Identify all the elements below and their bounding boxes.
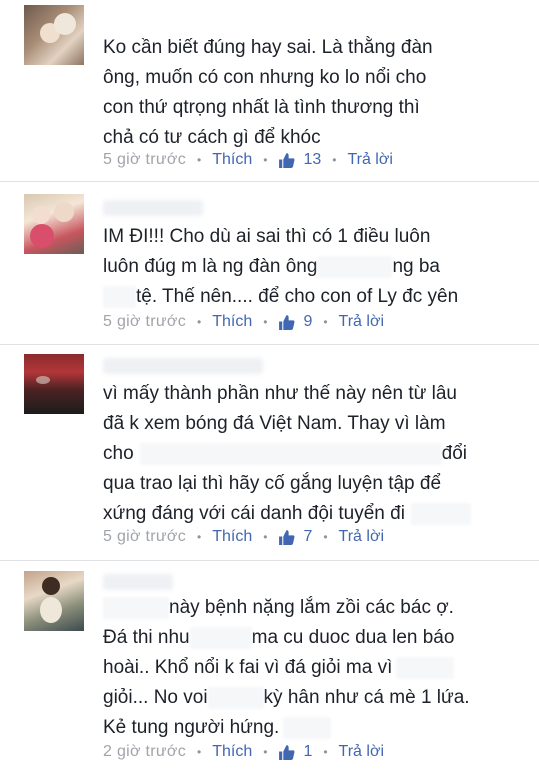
separator-dot: • xyxy=(323,530,328,544)
avatar[interactable] xyxy=(24,5,84,65)
comment-line: xứng đáng với cái danh đội tuyển đi xyxy=(103,499,523,529)
comment-actions: 5 giờ trước • Thích • 7 • Trả lời xyxy=(103,526,384,548)
comment-line: qua trao lại thì hãy cố gắng luyện tập đ… xyxy=(103,473,442,494)
separator-dot: • xyxy=(197,153,202,167)
comment-actions: 5 giờ trước • Thích • 9 • Trả lời xyxy=(103,311,384,333)
line-segment: đổi xyxy=(441,443,467,464)
comment-line: giỏi... No voi kỳ hân như cá mè 1 lứa. xyxy=(103,683,523,713)
comment-line: con thứ qtrọng nhất là tình thương thì xyxy=(103,97,420,118)
line-segment: xứng đáng với cái danh đội tuyển đi xyxy=(103,503,405,524)
censored-text xyxy=(139,442,442,465)
separator-dot: • xyxy=(197,315,202,329)
like-link[interactable]: Thích xyxy=(212,743,252,761)
comment-text: IM ĐI!!! Cho dù ai sai thì có 1 điều luô… xyxy=(103,222,523,312)
line-segment: tệ. Thế nên.... để cho con of Ly đc yên xyxy=(136,286,459,307)
reply-link[interactable]: Trả lời xyxy=(339,313,384,331)
like-link[interactable]: Thích xyxy=(212,151,252,169)
divider xyxy=(0,181,539,182)
comment-text: này bệnh nặng lắm zồi các bác ợ. Đá thi … xyxy=(103,593,523,743)
comment-line: cho đổi xyxy=(103,439,523,469)
commenter-name[interactable] xyxy=(103,200,203,216)
comment-line: luôn đúg m là ng đàn ông ng ba xyxy=(103,252,523,282)
comment-line: hoài.. Khổ nổi k fai vì đá giỏi ma vì xyxy=(103,653,523,683)
censored-text xyxy=(189,626,252,649)
separator-dot: • xyxy=(263,530,268,544)
commenter-name[interactable] xyxy=(103,574,173,590)
separator-dot: • xyxy=(197,745,202,759)
censored-text xyxy=(283,716,332,739)
separator-dot: • xyxy=(323,315,328,329)
censored-text xyxy=(103,596,169,619)
timestamp[interactable]: 2 giờ trước xyxy=(103,743,186,761)
separator-dot: • xyxy=(332,153,337,167)
thumbs-up-icon[interactable] xyxy=(278,529,295,546)
thumbs-up-icon[interactable] xyxy=(278,314,295,331)
like-count[interactable]: 9 xyxy=(303,313,312,331)
timestamp[interactable]: 5 giờ trước xyxy=(103,151,186,169)
avatar[interactable] xyxy=(24,194,84,254)
line-segment: giỏi... No voi xyxy=(103,687,208,708)
comment-line: đã k xem bóng đá Việt Nam. Thay vì làm xyxy=(103,413,446,434)
censored-text xyxy=(103,285,136,308)
comment-line: ông, muốn có con nhưng ko lo nổi cho xyxy=(103,67,427,88)
censored-text xyxy=(207,686,264,709)
line-segment: này bệnh nặng lắm zồi các bác ợ. xyxy=(169,597,454,618)
comment-actions: 5 giờ trước • Thích • 13 • Trả lời xyxy=(103,149,393,171)
comment-line: vì mấy thành phần như thế này nên từ lâu xyxy=(103,383,457,404)
timestamp[interactable]: 5 giờ trước xyxy=(103,528,186,546)
reply-link[interactable]: Trả lời xyxy=(339,743,384,761)
line-segment: luôn đúg m là ng đàn ông xyxy=(103,256,318,277)
line-segment: ma cu duoc dua len báo xyxy=(251,627,455,648)
comment-line: này bệnh nặng lắm zồi các bác ợ. xyxy=(103,593,523,623)
reply-link[interactable]: Trả lời xyxy=(347,151,392,169)
comment-line: Đá thi nhu ma cu duoc dua len báo xyxy=(103,623,523,653)
comment-line: IM ĐI!!! Cho dù ai sai thì có 1 điều luô… xyxy=(103,226,431,247)
censored-text xyxy=(317,255,393,278)
reply-link[interactable]: Trả lời xyxy=(339,528,384,546)
divider xyxy=(0,560,539,561)
commenter-name[interactable] xyxy=(103,358,263,374)
censored-text xyxy=(410,502,471,525)
comment-line: Ko cần biết đúng hay sai. Là thằng đàn xyxy=(103,37,433,58)
censored-text xyxy=(396,656,455,679)
like-count[interactable]: 1 xyxy=(303,743,312,761)
line-segment: Kẻ tung người hứng. xyxy=(103,717,280,738)
thumbs-up-icon[interactable] xyxy=(278,744,295,761)
like-count[interactable]: 13 xyxy=(303,151,321,169)
comment-text: Ko cần biết đúng hay sai. Là thằng đàn ô… xyxy=(103,33,523,153)
like-link[interactable]: Thích xyxy=(212,528,252,546)
thumbs-up-icon[interactable] xyxy=(278,152,295,169)
separator-dot: • xyxy=(263,315,268,329)
separator-dot: • xyxy=(323,745,328,759)
line-segment: kỳ hân như cá mè 1 lứa. xyxy=(263,687,470,708)
divider xyxy=(0,344,539,345)
timestamp[interactable]: 5 giờ trước xyxy=(103,313,186,331)
comment-actions: 2 giờ trước • Thích • 1 • Trả lời xyxy=(103,741,384,763)
like-count[interactable]: 7 xyxy=(303,528,312,546)
separator-dot: • xyxy=(263,745,268,759)
line-segment: cho xyxy=(103,443,134,464)
comment-line: tệ. Thế nên.... để cho con of Ly đc yên xyxy=(103,282,523,312)
line-segment: ng ba xyxy=(392,256,440,277)
separator-dot: • xyxy=(263,153,268,167)
like-link[interactable]: Thích xyxy=(212,313,252,331)
separator-dot: • xyxy=(197,530,202,544)
comment-line: Kẻ tung người hứng. xyxy=(103,713,523,743)
avatar[interactable] xyxy=(24,354,84,414)
avatar[interactable] xyxy=(24,571,84,631)
line-segment: hoài.. Khổ nổi k fai vì đá giỏi ma vì xyxy=(103,657,393,678)
line-segment: Đá thi nhu xyxy=(103,627,190,648)
comment-text: vì mấy thành phần như thế này nên từ lâu… xyxy=(103,379,523,529)
